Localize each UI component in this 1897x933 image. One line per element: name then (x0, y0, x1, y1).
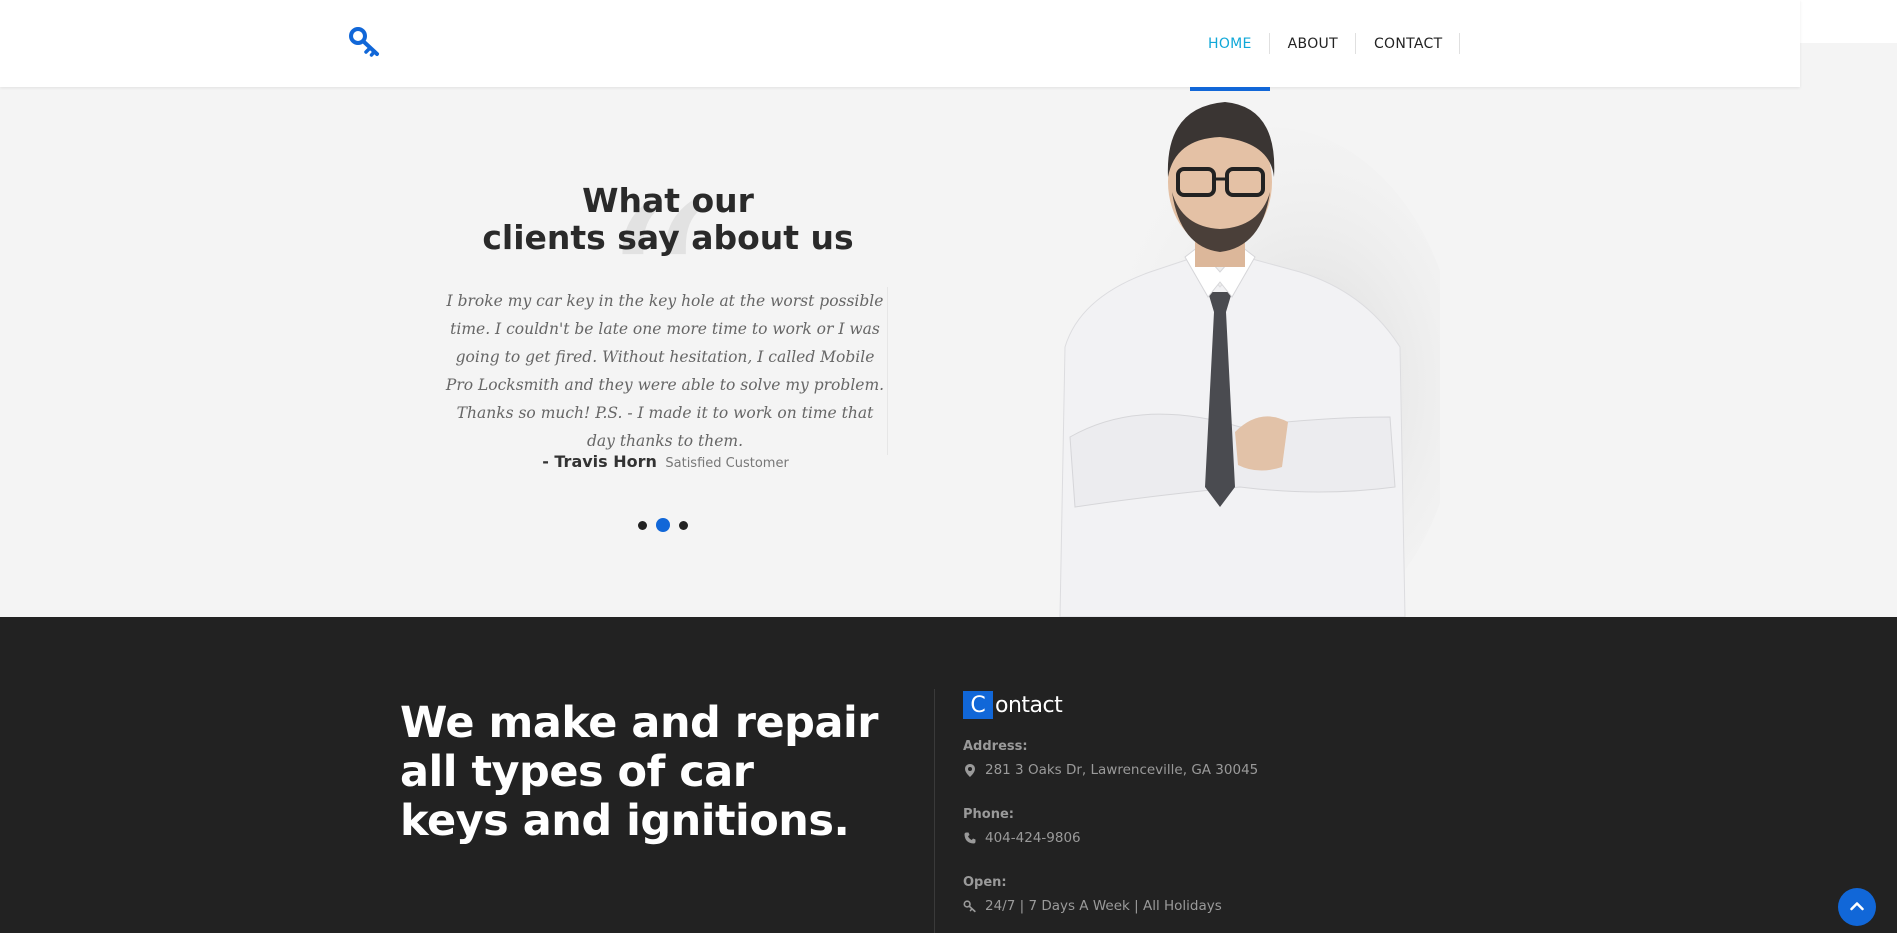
contact-heading-rest: ontact (995, 692, 1063, 718)
testimonial-heading-line1: What our (582, 181, 754, 220)
nav-home-label: HOME (1208, 35, 1252, 52)
businessman-photo (1059, 102, 1440, 617)
phone-icon (963, 831, 977, 845)
key-icon (963, 899, 977, 913)
tagline-line2: all types of car (400, 747, 754, 797)
open-row: 24/7 | 7 Days A Week | All Holidays (963, 898, 1222, 914)
scroll-to-top-button[interactable] (1838, 888, 1876, 926)
testimonial-quote: I broke my car key in the key hole at th… (443, 287, 888, 455)
address-value: 281 3 Oaks Dr, Lawrenceville, GA 30045 (985, 762, 1259, 778)
tagline-line3: keys and ignitions. (400, 796, 850, 846)
phone-value[interactable]: 404-424-9806 (985, 830, 1081, 846)
nav-active-indicator (1190, 87, 1270, 91)
contact-heading: C ontact (963, 691, 1063, 719)
testimonial-author: - Travis Horn Satisfied Customer (443, 452, 888, 472)
testimonial-section: “ What our clients say about us I broke … (0, 87, 1897, 617)
contact-heading-initial: C (963, 691, 993, 719)
main-nav: HOME ABOUT CONTACT (1190, 0, 1461, 91)
nav-home-link[interactable]: HOME (1190, 0, 1270, 91)
chevron-up-icon (1850, 898, 1864, 916)
carousel-dot-1[interactable] (638, 520, 647, 530)
key-logo-icon[interactable] (348, 26, 382, 58)
author-name: - Travis Horn (542, 452, 657, 471)
nav-contact-label: CONTACT (1373, 35, 1443, 52)
site-footer: We make and repair all types of car keys… (0, 617, 1897, 933)
footer-divider (934, 689, 935, 933)
address-label: Address: (963, 739, 1028, 754)
carousel-dot-3[interactable] (679, 520, 688, 530)
nav-about-label: ABOUT (1287, 35, 1338, 52)
phone-row: 404-424-9806 (963, 830, 1081, 846)
open-label: Open: (963, 875, 1007, 890)
author-role: Satisfied Customer (665, 456, 789, 471)
nav-about-link[interactable]: ABOUT (1270, 0, 1357, 87)
carousel-dots (638, 518, 688, 532)
nav-contact-link[interactable]: CONTACT (1356, 0, 1461, 87)
carousel-dot-2[interactable] (656, 518, 670, 532)
footer-tagline: We make and repair all types of car keys… (400, 699, 920, 846)
address-row: 281 3 Oaks Dr, Lawrenceville, GA 30045 (963, 762, 1258, 778)
tagline-line1: We make and repair (400, 698, 878, 748)
header-edge-strip (1800, 0, 1897, 43)
site-header: HOME ABOUT CONTACT (0, 0, 1800, 91)
testimonial-heading-line2: clients say about us (482, 218, 854, 257)
open-value: 24/7 | 7 Days A Week | All Holidays (985, 898, 1222, 914)
map-marker-icon (963, 763, 977, 777)
testimonial-heading: What our clients say about us (448, 182, 888, 256)
phone-label: Phone: (963, 807, 1014, 822)
